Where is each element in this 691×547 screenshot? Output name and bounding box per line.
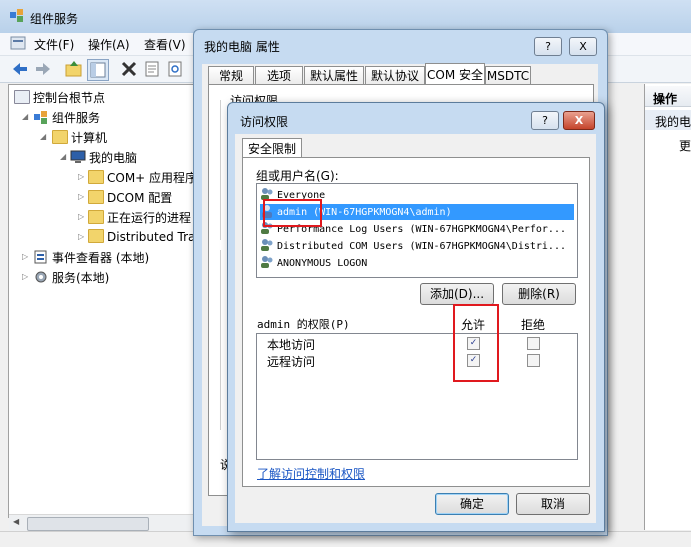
remove-button[interactable]: 删除(R) — [502, 283, 576, 305]
event-viewer-icon — [33, 250, 49, 264]
up-folder-icon[interactable] — [64, 59, 84, 79]
folder-icon — [88, 190, 104, 204]
menu-file[interactable]: 文件(F) — [34, 36, 74, 53]
user-row[interactable]: Distributed COM Users (WIN-67HGPKMOGN4\D… — [260, 238, 566, 254]
collapsed-arrow-icon[interactable]: ▷ — [78, 172, 84, 181]
tab-default-properties[interactable]: 默认属性 — [304, 66, 364, 86]
tab-default-protocols[interactable]: 默认协议 — [365, 66, 425, 86]
actions-more-label[interactable]: 更 — [679, 137, 691, 154]
tab-general[interactable]: 常规 — [208, 66, 254, 86]
learn-access-control-link[interactable]: 了解访问控制和权限 — [257, 465, 365, 482]
tree-item-services[interactable]: 服务(本地) — [33, 269, 109, 286]
collapsed-arrow-icon[interactable]: ▷ — [78, 192, 84, 201]
component-services-icon — [9, 8, 25, 24]
component-services-icon — [33, 110, 49, 124]
tree-item-distributed-tra[interactable]: Distributed Tra — [88, 229, 195, 244]
computer-icon — [70, 150, 86, 164]
dialog-help-button[interactable]: ? — [531, 111, 559, 130]
actions-header-label: 操作 — [653, 92, 678, 106]
add-button[interactable]: 添加(D)... — [420, 283, 494, 305]
refresh-icon[interactable] — [165, 59, 185, 79]
highlight-box-allow — [453, 304, 499, 382]
dialog-close-button[interactable]: X — [563, 111, 595, 130]
tree-item-event-viewer[interactable]: 事件查看器 (本地) — [33, 249, 149, 266]
folder-icon — [88, 229, 104, 243]
tree-horizontal-scrollbar[interactable]: ◀ — [9, 514, 193, 532]
group-user-label: 组或用户名(G): — [256, 169, 339, 183]
highlight-box-admin — [263, 199, 322, 227]
scroll-thumb[interactable] — [27, 517, 149, 531]
close-button[interactable]: X — [569, 37, 597, 56]
perm-local-access-label: 本地访问 — [267, 338, 316, 352]
gear-icon — [33, 270, 49, 284]
tree-item-com-apps[interactable]: COM+ 应用程序 — [88, 169, 197, 186]
group-icon — [260, 255, 274, 269]
tab-security-limits[interactable]: 安全限制 — [242, 138, 302, 159]
menu-action[interactable]: 操作(A) — [88, 36, 130, 53]
menu-view[interactable]: 查看(V) — [144, 36, 186, 53]
back-icon[interactable] — [10, 59, 30, 79]
group-icon — [260, 238, 274, 252]
collapsed-arrow-icon[interactable]: ▷ — [78, 212, 84, 221]
tab-options[interactable]: 选项 — [255, 66, 303, 86]
tab-msdtc[interactable]: MSDTC — [485, 66, 531, 86]
main-window-title: 组件服务 — [30, 12, 79, 26]
tree-item-console-root[interactable]: 控制台根节点 — [14, 89, 105, 106]
expand-arrow-icon[interactable]: ◢ — [22, 112, 28, 121]
help-button[interactable]: ? — [534, 37, 562, 56]
collapsed-arrow-icon[interactable]: ▷ — [22, 252, 28, 261]
collapsed-arrow-icon[interactable]: ▷ — [78, 232, 84, 241]
folder-icon — [14, 90, 30, 104]
system-menu-icon[interactable] — [10, 36, 26, 50]
folder-icon — [52, 130, 68, 144]
local-access-deny-checkbox[interactable] — [527, 337, 540, 350]
user-row[interactable]: ANONYMOUS LOGON — [260, 255, 367, 271]
cancel-button[interactable]: 取消 — [516, 493, 590, 515]
collapsed-arrow-icon[interactable]: ▷ — [22, 272, 28, 281]
ok-button[interactable]: 确定 — [435, 493, 509, 515]
remote-access-deny-checkbox[interactable] — [527, 354, 540, 367]
tree-item-dcom-config[interactable]: DCOM 配置 — [88, 189, 172, 206]
folder-icon — [88, 210, 104, 224]
tree-item-component-services[interactable]: 组件服务 — [33, 109, 100, 126]
properties-icon[interactable] — [142, 59, 162, 79]
properties-window-title: 我的电脑 属性 — [204, 40, 280, 54]
perm-remote-access-label: 远程访问 — [267, 355, 316, 369]
tree-item-my-computer[interactable]: 我的电脑 — [70, 149, 137, 166]
folder-icon — [88, 170, 104, 184]
actions-item-label: 我的电 — [655, 115, 691, 129]
dialog-title: 访问权限 — [240, 115, 289, 129]
forward-icon[interactable] — [33, 59, 53, 79]
delete-icon[interactable] — [119, 59, 139, 79]
scroll-left-icon[interactable]: ◀ — [13, 517, 19, 526]
tab-com-security[interactable]: COM 安全 — [425, 63, 485, 86]
tree-item-computers[interactable]: 计算机 — [52, 129, 107, 146]
show-tree-icon[interactable] — [87, 59, 109, 81]
tree-item-running-processes[interactable]: 正在运行的进程 — [88, 209, 191, 226]
expand-arrow-icon[interactable]: ◢ — [60, 152, 66, 161]
permissions-label: admin 的权限(P) — [257, 318, 350, 331]
expand-arrow-icon[interactable]: ◢ — [40, 132, 46, 141]
deny-column-header: 拒绝 — [521, 318, 546, 332]
